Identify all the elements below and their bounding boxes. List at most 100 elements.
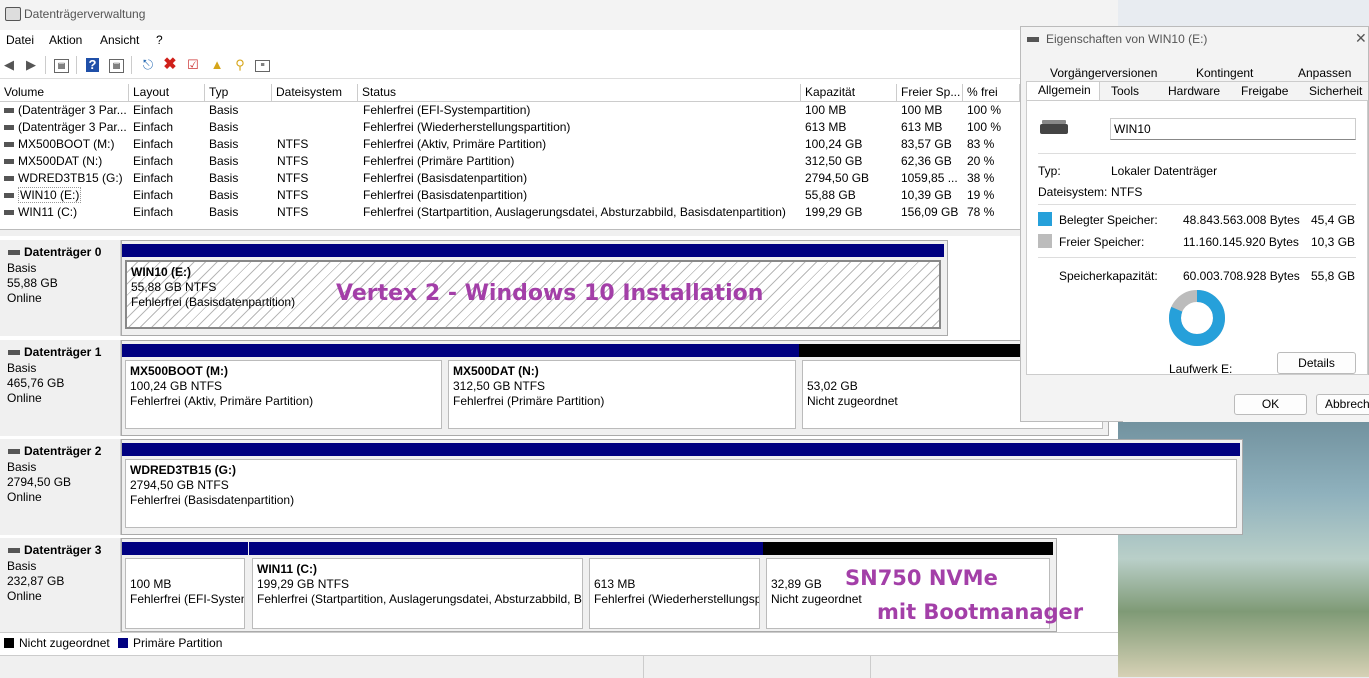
close-icon[interactable]: ✕	[1355, 30, 1367, 47]
free-cell: 1059,85 ...	[901, 171, 958, 185]
table-row[interactable]: WDRED3TB15 (G:) Einfach Basis NTFS Fehle…	[0, 170, 1020, 187]
col-kapazitaet[interactable]: Kapazität	[801, 84, 897, 101]
free-color-swatch	[1038, 234, 1052, 248]
toolbar: ◀ ▶ ▤ ? ▤ ⎋ ✖ ☑ ▲ ⚲ ≡	[0, 52, 1118, 79]
disk-type: Basis	[7, 361, 37, 375]
col-prozent-frei[interactable]: % frei	[963, 84, 1020, 101]
check-icon[interactable]: ☑	[185, 57, 201, 73]
type-value: Lokaler Datenträger	[1111, 164, 1218, 178]
menu-aktion[interactable]: Aktion	[49, 33, 82, 47]
status-cell: Fehlerfrei (Wiederherstellungspartition)	[363, 120, 571, 134]
partition-mx500boot[interactable]: MX500BOOT (M:) 100,24 GB NTFS Fehlerfrei…	[122, 344, 445, 432]
volume-icon	[4, 159, 14, 165]
disk-icon	[8, 250, 20, 256]
free-cell: 613 MB	[901, 120, 943, 134]
table-row[interactable]: (Datenträger 3 Par... Einfach Basis Fehl…	[0, 102, 1020, 119]
console-tree-icon[interactable]: ▤	[54, 59, 69, 73]
col-status[interactable]: Status	[358, 84, 801, 101]
volume-icon	[4, 125, 14, 131]
volume-name-input[interactable]: WIN10	[1110, 118, 1356, 140]
partition-wdred3tb15[interactable]: WDRED3TB15 (G:) 2794,50 GB NTFS Fehlerfr…	[122, 443, 1240, 531]
help-icon[interactable]: ?	[86, 58, 99, 72]
capacity-cell: 2794,50 GB	[805, 171, 870, 185]
disk-size: 2794,50 GB	[7, 475, 72, 489]
search-folder-icon[interactable]: ⚲	[232, 57, 248, 73]
tab-freigabe[interactable]: Freigabe	[1241, 84, 1288, 98]
capacity-cell: 55,88 GB	[805, 188, 856, 202]
table-row[interactable]: WIN11 (C:) Einfach Basis NTFS Fehlerfrei…	[0, 204, 1020, 221]
partition-status: Fehlerfrei (Wiederherstellungsp	[594, 592, 760, 606]
partition-status: Nicht zugeordnet	[771, 592, 862, 606]
disk-state: Online	[7, 291, 42, 305]
details-button[interactable]: Details	[1277, 352, 1356, 374]
typ-cell: Basis	[209, 205, 239, 219]
capacity-cell: 100,24 GB	[805, 137, 863, 151]
tab-tools[interactable]: Tools	[1111, 84, 1139, 98]
tab-sicherheit[interactable]: Sicherheit	[1309, 84, 1362, 98]
col-dateisystem[interactable]: Dateisystem	[272, 84, 358, 101]
col-freier-speicher[interactable]: Freier Sp...	[897, 84, 963, 101]
fs-cell: NTFS	[277, 154, 309, 168]
partition-size: 100,24 GB NTFS	[130, 379, 223, 393]
cancel-button[interactable]: Abbrechen	[1316, 394, 1369, 415]
partition-mx500dat[interactable]: MX500DAT (N:) 312,50 GB NTFS Fehlerfrei …	[445, 344, 799, 432]
fs-value: NTFS	[1111, 185, 1143, 199]
tab-anpassen[interactable]: Anpassen	[1298, 66, 1351, 80]
back-icon[interactable]: ◀	[1, 57, 17, 73]
menu-ansicht[interactable]: Ansicht	[100, 33, 139, 47]
free-gb: 10,3 GB	[1311, 235, 1356, 249]
status-cell: Fehlerfrei (Primäre Partition)	[363, 154, 515, 168]
disk-name: Datenträger 1	[24, 345, 102, 359]
table-row[interactable]: WIN10 (E:) Einfach Basis NTFS Fehlerfrei…	[0, 187, 1020, 204]
partition-body: WDRED3TB15 (G:) 2794,50 GB NTFS Fehlerfr…	[125, 459, 1237, 528]
delete-icon[interactable]: ✖	[162, 57, 178, 73]
menu-datei[interactable]: Datei	[6, 33, 34, 47]
settings-icon[interactable]: ≡	[255, 60, 270, 72]
tab-kontingent[interactable]: Kontingent	[1196, 66, 1253, 80]
percent-free-cell: 38 %	[967, 171, 995, 185]
disk-icon	[8, 449, 20, 455]
annotation-vertex: Vertex 2 - Windows 10 Installation	[336, 281, 764, 306]
ok-button[interactable]: OK	[1234, 394, 1307, 415]
partition-status: Fehlerfrei (Aktiv, Primäre Partition)	[130, 394, 314, 408]
fs-cell: NTFS	[277, 188, 309, 202]
legend-unallocated: Nicht zugeordnet	[19, 636, 110, 650]
partition-status: Fehlerfrei (EFI-Systen	[130, 592, 245, 606]
partition-efi[interactable]: 100 MB Fehlerfrei (EFI-Systen	[122, 542, 248, 632]
folder-up-icon[interactable]: ▲	[209, 57, 225, 73]
connect-icon[interactable]: ⎋	[140, 57, 156, 73]
properties-icon[interactable]: ▤	[109, 59, 124, 73]
free-bytes: 11.160.145.920 Bytes	[1183, 235, 1299, 249]
col-typ[interactable]: Typ	[205, 84, 272, 101]
status-cell: Fehlerfrei (Startpartition, Auslagerungs…	[363, 205, 786, 219]
disk-size: 232,87 GB	[7, 574, 65, 588]
col-layout[interactable]: Layout	[129, 84, 205, 101]
col-volume[interactable]: Volume	[0, 84, 129, 101]
fs-cell: NTFS	[277, 171, 309, 185]
partition-win11[interactable]: WIN11 (C:) 199,29 GB NTFS Fehlerfrei (St…	[249, 542, 586, 632]
volume-cell: WIN11 (C:)	[4, 204, 128, 221]
disk-1-label[interactable]: Datenträger 1 Basis 465,76 GB Online	[0, 340, 121, 436]
legend: Nicht zugeordnet Primäre Partition	[0, 632, 1118, 653]
type-label: Typ:	[1038, 164, 1061, 178]
disk-3-label[interactable]: Datenträger 3 Basis 232,87 GB Online	[0, 538, 121, 632]
fs-label: Dateisystem:	[1038, 185, 1108, 199]
disk-type: Basis	[7, 261, 37, 275]
disk-2-label[interactable]: Datenträger 2 Basis 2794,50 GB Online	[0, 439, 121, 535]
menu-help[interactable]: ?	[156, 33, 163, 47]
partition-recovery[interactable]: 613 MB Fehlerfrei (Wiederherstellungsp	[586, 542, 763, 632]
volume-cell: WIN10 (E:)	[4, 187, 128, 204]
tab-vorgaengerversionen[interactable]: Vorgängerversionen	[1050, 66, 1157, 80]
table-row[interactable]: MX500BOOT (M:) Einfach Basis NTFS Fehler…	[0, 136, 1020, 153]
tab-hardware[interactable]: Hardware	[1168, 84, 1220, 98]
table-row[interactable]: (Datenträger 3 Par... Einfach Basis Fehl…	[0, 119, 1020, 136]
table-row[interactable]: MX500DAT (N:) Einfach Basis NTFS Fehlerf…	[0, 153, 1020, 170]
tab-allgemein[interactable]: Allgemein	[1038, 83, 1091, 97]
forward-icon[interactable]: ▶	[23, 57, 39, 73]
partition-bar	[445, 344, 799, 357]
free-cell: 156,09 GB	[901, 205, 959, 219]
partition-size: 32,89 GB	[771, 577, 822, 591]
partition-body: MX500DAT (N:) 312,50 GB NTFS Fehlerfrei …	[448, 360, 796, 429]
disk-0-label[interactable]: Datenträger 0 Basis 55,88 GB Online	[0, 240, 121, 336]
free-cell: 83,57 GB	[901, 137, 952, 151]
